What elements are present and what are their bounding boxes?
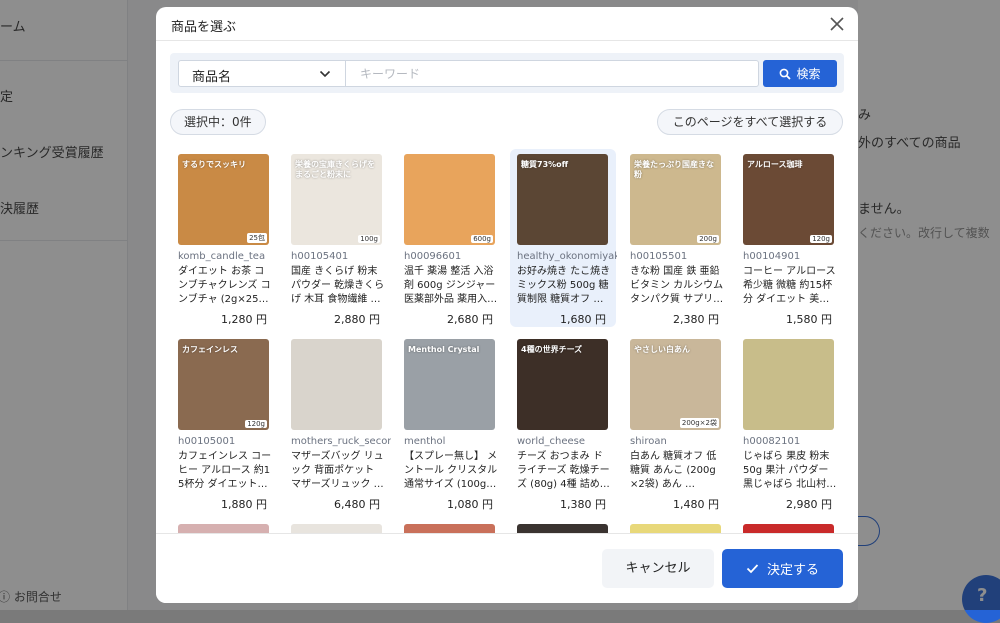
- product-image-label: Menthol Crystal: [408, 345, 480, 354]
- product-image: 栄養の宝庫きくらげをまるごと粉末に 100g: [291, 154, 382, 245]
- product-card[interactable]: 栄養の宝庫きくらげをまるごと粉末に 100g h00105401 国産 きくらげ 粉末…: [284, 149, 390, 327]
- product-code: komb_candle_tea: [178, 251, 266, 262]
- product-code: world_cheese: [517, 436, 586, 447]
- search-button[interactable]: 検索: [763, 60, 837, 87]
- product-image-weight: 200g×2袋: [679, 418, 719, 428]
- product-image: やさしい白あん 200g×2袋: [630, 339, 721, 430]
- product-code: h00104901: [743, 251, 801, 262]
- product-code: h00105001: [178, 436, 236, 447]
- search-bar: 商品名 検索: [170, 53, 844, 93]
- chevron-down-icon: [319, 70, 331, 78]
- product-card[interactable]: 4種の世界チーズ world_cheese チーズ おつまみ ドライチーズ 乾燥チー…: [510, 334, 616, 512]
- product-select-modal: 商品を選ぶ 商品名 検索 選択中：0件 このページをすべて選択する するりでスッ…: [156, 7, 858, 603]
- product-image-label: 栄養たっぷり国産きな粉: [634, 160, 714, 179]
- product-name: 白あん 糖質オフ 低糖質 あんこ (200g×2袋) あん …: [630, 451, 717, 490]
- search-icon: [780, 68, 792, 80]
- product-price: 2,880 円: [334, 313, 380, 326]
- confirm-button-label: 決定する: [766, 563, 819, 578]
- close-icon: [830, 17, 844, 31]
- product-code: menthol: [404, 436, 446, 447]
- product-code: h00105501: [630, 251, 688, 262]
- product-price: 1,680 円: [560, 313, 606, 326]
- product-price: 6,480 円: [334, 498, 380, 511]
- product-name: 国産 きくらげ 粉末 パウダー 乾燥きくらげ 木耳 食物繊維 …: [291, 266, 385, 305]
- product-image-label: 栄養の宝庫きくらげをまるごと粉末に: [295, 160, 375, 179]
- product-price: 1,380 円: [560, 498, 606, 511]
- product-card[interactable]: 600g h00096601 温千 薬湯 整活 入浴剤 600g ジンジャー 医薬部…: [397, 149, 503, 327]
- product-price: 2,980 円: [786, 498, 832, 511]
- product-image-label: 糖質73%off: [521, 160, 569, 169]
- product-image: 栄養たっぷり国産きな粉 200g: [630, 154, 721, 245]
- check-icon: [746, 564, 759, 574]
- product-image-weight: 25包: [247, 233, 267, 243]
- keyword-input[interactable]: [345, 60, 759, 87]
- product-image-label: カフェインレス: [182, 345, 238, 354]
- product-code: h00082101: [743, 436, 801, 447]
- confirm-button[interactable]: 決定する: [722, 549, 843, 588]
- product-code: mothers_ruck_second: [291, 436, 391, 447]
- close-button[interactable]: [826, 13, 848, 35]
- product-image: アルロース珈琲 120g: [743, 154, 834, 245]
- search-field-select[interactable]: 商品名: [178, 60, 346, 87]
- product-name: じゃばら 果皮 粉末 50g 果汁 パウダー 黒じゃばら 北山村 …: [743, 451, 830, 490]
- product-image: Menthol Crystal: [404, 339, 495, 430]
- product-image-label: 4種の世界チーズ: [521, 345, 583, 354]
- product-image: [743, 339, 834, 430]
- product-price: 1,580 円: [786, 313, 832, 326]
- modal-header: 商品を選ぶ: [156, 7, 858, 41]
- search-field-value: 商品名: [192, 70, 232, 85]
- product-card[interactable]: アルロース珈琲 120g h00104901 コーヒー アルロース 希少糖 微糖 約1…: [736, 149, 842, 327]
- product-card[interactable]: 糖質73%off healthy_okonomiyaki お好み焼き たこ焼き ミッ…: [510, 149, 617, 327]
- product-name: お好み焼き たこ焼き ミックス粉 500g 糖質制限 糖質オフ …: [517, 266, 611, 305]
- product-code: shiroan: [630, 436, 667, 447]
- product-card[interactable]: h00082101 じゃばら 果皮 粉末 50g 果汁 パウダー 黒じゃばら 北山…: [736, 334, 842, 512]
- product-price: 1,880 円: [221, 498, 267, 511]
- product-card[interactable]: カフェインレス 120g h00105001 カフェインレス コーヒー アルロース 約…: [171, 334, 277, 512]
- product-price: 2,680 円: [447, 313, 493, 326]
- product-image: カフェインレス 120g: [178, 339, 269, 430]
- product-price: 1,080 円: [447, 498, 493, 511]
- modal-title: 商品を選ぶ: [171, 20, 237, 35]
- product-card[interactable]: 栄養たっぷり国産きな粉 200g h00105501 きな粉 国産 鉄 亜鉛 ビタミン…: [623, 149, 729, 327]
- product-card[interactable]: するりでスッキリ 25包 komb_candle_tea ダイエット お茶 コンブチャ…: [171, 149, 277, 327]
- product-image-weight: 100g: [358, 235, 380, 243]
- product-image: 600g: [404, 154, 495, 245]
- product-name: コーヒー アルロース 希少糖 微糖 約15杯分 ダイエット 美…: [743, 266, 836, 305]
- product-image-weight: 120g: [245, 420, 267, 428]
- modal-footer: キャンセル 決定する: [156, 533, 858, 603]
- select-all-on-page-button[interactable]: このページをすべて選択する: [657, 109, 843, 135]
- search-button-label: 検索: [796, 67, 821, 81]
- product-image: 糖質73%off: [517, 154, 608, 245]
- product-code: h00096601: [404, 251, 462, 262]
- product-grid: するりでスッキリ 25包 komb_candle_tea ダイエット お茶 コンブチャ…: [171, 149, 851, 536]
- product-name: チーズ おつまみ ドライチーズ 乾燥チーズ (80g) 4種 詰め…: [517, 451, 610, 490]
- product-code: healthy_okonomiyaki: [517, 251, 617, 262]
- selected-count-badge: 選択中：0件: [170, 109, 266, 135]
- product-image-weight: 120g: [810, 235, 832, 243]
- product-image: [291, 339, 382, 430]
- product-image-weight: 600g: [471, 235, 493, 243]
- product-image-label: アルロース珈琲: [747, 160, 803, 169]
- product-card[interactable]: mothers_ruck_second マザーズバッグ リュック 背面ポケット マ…: [284, 334, 391, 512]
- product-image: するりでスッキリ 25包: [178, 154, 269, 245]
- product-name: カフェインレス コーヒー アルロース 約15杯分 ダイエット…: [178, 451, 272, 490]
- product-image-weight: 200g: [697, 235, 719, 243]
- product-price: 2,380 円: [673, 313, 719, 326]
- product-code: h00105401: [291, 251, 349, 262]
- product-name: ダイエット お茶 コンブチャクレンズ コンブチャ (2g×25…: [178, 266, 271, 305]
- product-price: 1,280 円: [221, 313, 267, 326]
- product-name: きな粉 国産 鉄 亜鉛 ビタミン カルシウム タンパク質 サプリ…: [630, 266, 724, 305]
- product-name: 【スプレー無し】 メントール クリスタル 通常サイズ (100g) …: [404, 451, 498, 490]
- product-image: 4種の世界チーズ: [517, 339, 608, 430]
- product-name: 温千 薬湯 整活 入浴剤 600g ジンジャー 医薬部外品 薬用入…: [404, 266, 498, 305]
- product-name: マザーズバッグ リュック 背面ポケット マザーズリュック …: [291, 451, 384, 490]
- product-card[interactable]: やさしい白あん 200g×2袋 shiroan 白あん 糖質オフ 低糖質 あんこ (2…: [623, 334, 729, 512]
- product-price: 1,480 円: [673, 498, 719, 511]
- product-image-label: するりでスッキリ: [182, 160, 246, 169]
- product-card[interactable]: Menthol Crystal menthol 【スプレー無し】 メントール クリス…: [397, 334, 503, 512]
- cancel-button[interactable]: キャンセル: [602, 549, 714, 588]
- product-image-label: やさしい白あん: [634, 345, 690, 354]
